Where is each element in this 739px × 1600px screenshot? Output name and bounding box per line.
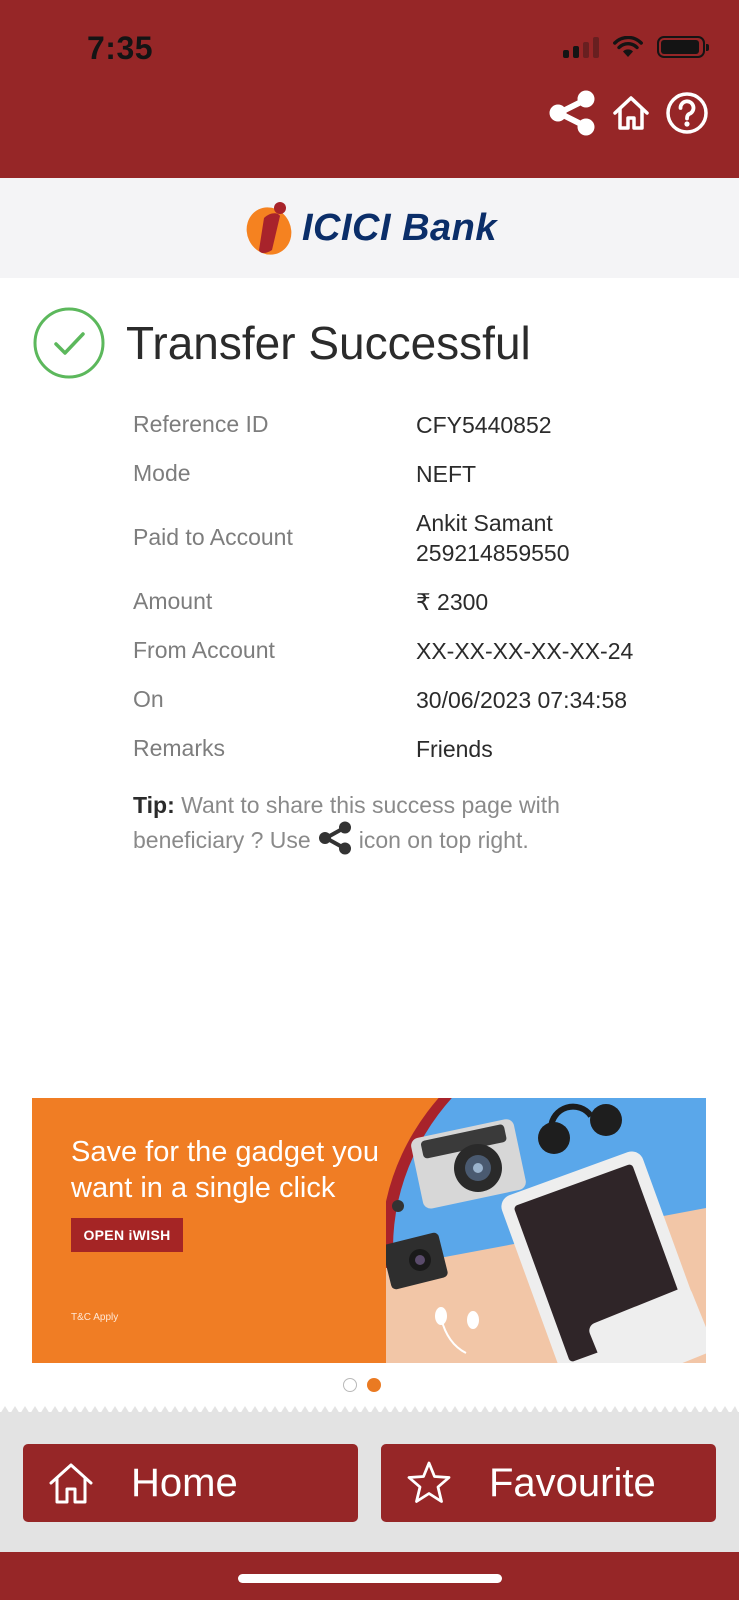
beneficiary-account: 259214859550 [416,539,570,566]
icici-logo-mark-icon [246,202,292,255]
detail-row-on: On 30/06/2023 07:34:58 [133,675,693,724]
carousel-dot[interactable] [343,1378,357,1392]
detail-label: On [133,686,164,712]
detail-label: Reference ID [133,411,269,437]
bank-logo: ICICI Bank [242,198,497,258]
wifi-icon [613,36,643,57]
detail-value: Ankit Samant 259214859550 [416,508,570,568]
carousel-indicator [343,1378,381,1392]
header-actions [547,90,709,136]
carousel-dot-active[interactable] [367,1378,381,1392]
home-indicator[interactable] [238,1574,502,1583]
detail-value: ₹ 2300 [416,588,489,615]
detail-row-mode: Mode NEFT [133,449,693,498]
detail-label: Paid to Account [133,524,293,550]
inline-share-icon [317,821,353,863]
detail-value: 30/06/2023 07:34:58 [416,686,628,713]
detail-label: Amount [133,588,213,614]
detail-row-from-account: From Account XX-XX-XX-XX-XX-24 [133,626,693,675]
tip-text-end: icon on top right. [358,827,529,854]
bank-logo-band: ICICI Bank [0,178,739,278]
detail-label: Mode [133,460,191,486]
favourite-button[interactable]: Favourite [381,1444,716,1522]
help-icon [666,92,708,134]
transaction-details: Reference ID CFY5440852 Mode NEFT Paid t… [133,400,693,773]
status-time: 7:35 [87,30,154,66]
detail-row-amount: Amount ₹ 2300 [133,577,693,626]
zigzag-divider [0,1406,739,1414]
share-button[interactable] [547,90,597,136]
status-icons [563,36,709,58]
detail-label: Remarks [133,735,226,761]
help-button[interactable] [665,91,709,135]
cellular-signal-icon [563,36,599,58]
star-icon [405,1459,453,1507]
bank-logo-text: ICICI Bank [301,206,498,249]
detail-value: CFY5440852 [416,411,552,438]
check-circle-icon [33,307,105,379]
home-button-label: Home [131,1460,238,1505]
banner-headline: Save for the gadget you want in a single… [71,1136,379,1204]
banner-disclaimer: T&C Apply [71,1312,119,1323]
home-icon [47,1459,95,1507]
share-icon [549,90,595,136]
detail-value: XX-XX-XX-XX-XX-24 [416,637,634,664]
page-title: Transfer Successful [126,317,531,369]
detail-label: From Account [133,637,275,663]
detail-row-paid-to: Paid to Account Ankit Samant 25921485955… [133,498,693,577]
detail-value: NEFT [416,460,477,487]
beneficiary-name: Ankit Samant [416,509,553,536]
app-header: 7:35 [0,0,739,178]
gadgets-image [386,1098,706,1363]
tip-label: Tip: [133,792,175,818]
battery-icon [657,36,709,58]
home-icon [613,96,649,130]
footer-actions: Home Favourite [0,1406,739,1552]
detail-value: Friends [416,735,493,762]
success-heading: Transfer Successful [32,306,531,380]
detail-row-remarks: Remarks Friends [133,724,693,773]
promo-banner[interactable]: Save for the gadget you want in a single… [32,1098,706,1363]
home-header-button[interactable] [611,93,651,133]
open-iwish-button[interactable]: OPEN iWISH [71,1218,183,1252]
home-button[interactable]: Home [23,1444,358,1522]
detail-row-reference: Reference ID CFY5440852 [133,400,693,449]
share-tip: Tip: Want to share this success page wit… [133,790,633,863]
favourite-button-label: Favourite [489,1460,656,1505]
